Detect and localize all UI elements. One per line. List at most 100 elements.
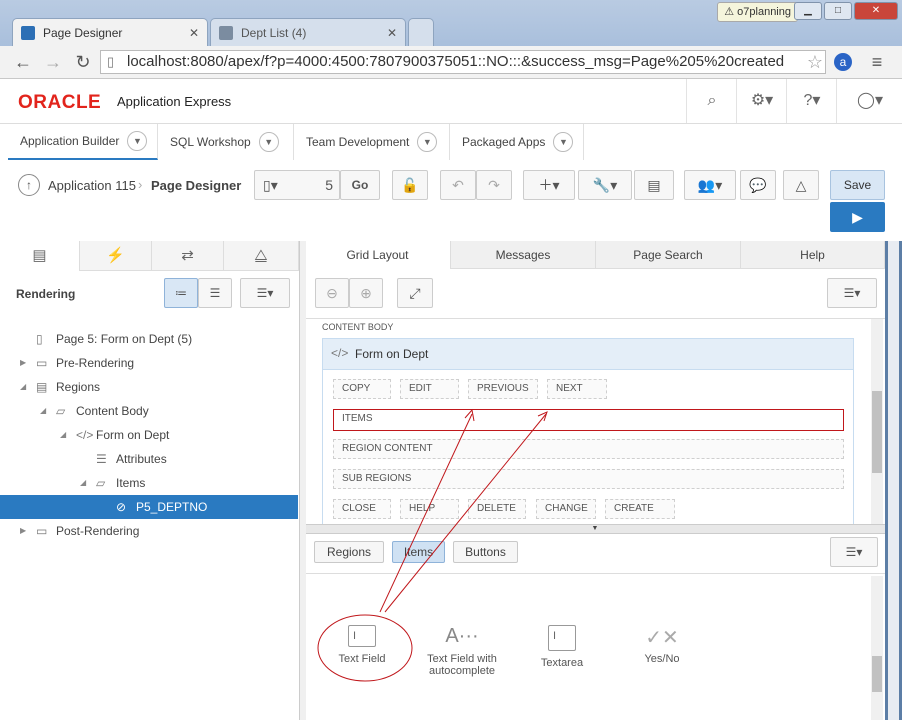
run-page-button[interactable]: ▶ <box>830 202 885 232</box>
tree-node[interactable]: ▶ ▭ Post-Rendering <box>0 519 298 543</box>
dynamic-actions-tab-icon[interactable]: ⚡ <box>80 241 152 271</box>
minimize-button[interactable]: ▁ <box>794 2 822 20</box>
tab-grid-layout[interactable]: Grid Layout <box>305 241 451 269</box>
grouped-list-icon[interactable]: ☰ <box>198 278 232 308</box>
tree-node[interactable]: ☰ Attributes <box>0 447 298 471</box>
admin-icon[interactable]: ⚙▾ <box>736 79 787 123</box>
chevron-down-icon[interactable]: ▼ <box>553 132 574 152</box>
processing-tab-icon[interactable]: ⇄ <box>152 241 224 271</box>
position-copy[interactable]: COPY <box>333 379 391 399</box>
breadcrumb-application[interactable]: Application 115 <box>48 178 136 193</box>
nav-tab-sql-workshop[interactable]: SQL Workshop ▼ <box>158 124 294 160</box>
position-close[interactable]: CLOSE <box>333 499 391 519</box>
search-icon[interactable]: ⌕ <box>686 79 737 123</box>
lock-icon[interactable]: 🔓 <box>392 170 428 200</box>
menu-icon[interactable]: ≡ <box>866 51 888 73</box>
page-scrollbar[interactable] <box>885 241 902 720</box>
expand-icon[interactable]: ⤢ <box>397 278 433 308</box>
tree-node[interactable]: ◢ </> Form on Dept <box>0 423 298 447</box>
expand-down-icon[interactable]: ◢ <box>40 399 46 423</box>
gallery-item-textarea[interactable]: I Textarea <box>525 625 599 669</box>
browser-tab-dept-list[interactable]: Dept List (4) ✕ <box>210 18 406 46</box>
chevron-down-icon[interactable]: ▼ <box>417 132 438 152</box>
tree-node[interactable]: ◢ ▱ Items <box>0 471 298 495</box>
tree-node[interactable]: ▶ ▭ Pre-Rendering <box>0 351 298 375</box>
shared-components-icon[interactable]: ▤ <box>634 170 674 200</box>
layout-menu-icon[interactable]: ☰▾ <box>827 278 877 308</box>
forward-icon[interactable]: → <box>42 51 64 73</box>
tree-node[interactable]: ▯ Page 5: Form on Dept (5) <box>0 327 298 351</box>
position-help[interactable]: HELP <box>400 499 459 519</box>
zoom-in-icon[interactable]: ⊕ <box>349 278 383 308</box>
shared-components-tab-icon[interactable]: ⧋ <box>224 241 299 271</box>
scroll-thumb[interactable] <box>872 391 882 473</box>
maximize-button[interactable]: □ <box>824 2 852 20</box>
close-tab-icon[interactable]: ✕ <box>189 26 199 40</box>
back-icon[interactable]: ← <box>12 51 34 73</box>
chevron-down-icon[interactable]: ▼ <box>127 131 148 151</box>
gallery-menu-icon[interactable]: ☰▾ <box>830 537 878 567</box>
tab-page-search[interactable]: Page Search <box>596 241 741 269</box>
url-field[interactable]: ▯ localhost:8080/apex/f?p=4000:4500:7807… <box>100 50 826 74</box>
gallery-item-autocomplete[interactable]: A··· Text Field with autocomplete <box>417 625 507 677</box>
user-icon[interactable]: ◯▾ <box>836 79 902 123</box>
gallery-tab-buttons[interactable]: Buttons <box>453 541 518 563</box>
position-delete[interactable]: DELETE <box>468 499 526 519</box>
page-number-field[interactable]: ▯▾ 5 <box>254 170 340 200</box>
close-tab-icon[interactable]: ✕ <box>387 26 397 40</box>
gallery-item-yes-no[interactable]: ✓✕ Yes/No <box>625 625 699 665</box>
gallery-item-text-field[interactable]: I Text Field <box>325 625 399 665</box>
tree-node[interactable]: ◢ ▤ Regions <box>0 375 298 399</box>
shapes-icon[interactable]: △ <box>783 170 819 200</box>
new-tab-button[interactable] <box>408 18 434 46</box>
nav-tab-packaged-apps[interactable]: Packaged Apps ▼ <box>450 124 584 160</box>
browser-tab-page-designer[interactable]: Page Designer ✕ <box>12 18 208 46</box>
view-menu-icon[interactable]: ☰▾ <box>240 278 290 308</box>
form-region[interactable]: </> Form on Dept COPY EDIT PREVIOUS NEXT… <box>322 338 854 525</box>
comments-icon[interactable]: 💬 <box>740 170 776 200</box>
gallery-tab-items[interactable]: Items <box>392 541 445 563</box>
pane-splitter[interactable] <box>299 241 306 720</box>
position-items[interactable]: ITEMS <box>333 409 844 431</box>
bookmark-star-icon[interactable]: ☆ <box>804 51 826 73</box>
expand-down-icon[interactable]: ◢ <box>20 375 26 399</box>
tree-node[interactable]: ⊘ P5_DEPTNO <box>0 495 298 519</box>
up-arrow-icon[interactable]: ↑ <box>18 174 40 196</box>
ordered-list-icon[interactable]: ≔ <box>164 278 198 308</box>
position-sub-regions[interactable]: SUB REGIONS <box>333 469 844 489</box>
save-button[interactable]: Save <box>830 170 885 200</box>
position-region-content[interactable]: REGION CONTENT <box>333 439 844 459</box>
expand-right-icon[interactable]: ▶ <box>20 351 26 375</box>
chevron-down-icon[interactable]: ▼ <box>258 132 279 152</box>
zoom-out-icon[interactable]: ⊖ <box>315 278 349 308</box>
grid-scrollbar[interactable] <box>871 319 883 525</box>
team-dev-icon[interactable]: 👥▾ <box>684 170 736 200</box>
expand-down-icon[interactable]: ◢ <box>60 423 66 447</box>
profile-badge[interactable]: ⚠ o7planning <box>717 2 798 22</box>
rendering-tab-icon[interactable]: ▤ <box>0 241 80 271</box>
nav-tab-application-builder[interactable]: Application Builder ▼ <box>8 124 158 160</box>
nav-tab-team-development[interactable]: Team Development ▼ <box>294 124 450 160</box>
tab-messages[interactable]: Messages <box>451 241 596 269</box>
undo-icon[interactable]: ↶ <box>440 170 476 200</box>
utilities-wrench-icon[interactable]: 🔧▾ <box>578 170 632 200</box>
position-previous[interactable]: PREVIOUS <box>468 379 538 399</box>
reload-icon[interactable]: ↻ <box>72 51 94 73</box>
scroll-thumb[interactable] <box>872 656 882 692</box>
splitter-handle[interactable]: ▼ <box>305 524 885 534</box>
expand-down-icon[interactable]: ◢ <box>80 471 86 495</box>
create-menu-icon[interactable]: ＋▾ <box>523 170 575 200</box>
tree-node[interactable]: ◢ ▱ Content Body <box>0 399 298 423</box>
position-create[interactable]: CREATE <box>605 499 675 519</box>
help-icon[interactable]: ?▾ <box>786 79 837 123</box>
redo-icon[interactable]: ↷ <box>476 170 512 200</box>
expand-right-icon[interactable]: ▶ <box>20 519 26 543</box>
close-window-button[interactable]: ✕ <box>854 2 898 20</box>
gallery-tab-regions[interactable]: Regions <box>314 541 384 563</box>
tab-help[interactable]: Help <box>741 241 885 269</box>
position-edit[interactable]: EDIT <box>400 379 459 399</box>
position-change[interactable]: CHANGE <box>536 499 596 519</box>
extension-icon[interactable]: a <box>834 53 852 71</box>
position-next[interactable]: NEXT <box>547 379 607 399</box>
gallery-scrollbar[interactable] <box>871 576 883 720</box>
